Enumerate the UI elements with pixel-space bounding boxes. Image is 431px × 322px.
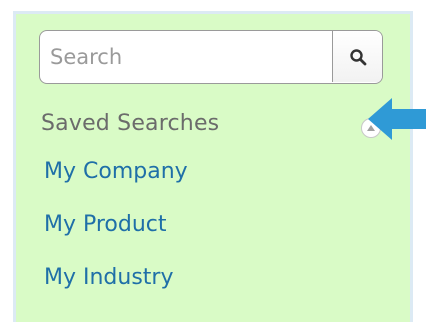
saved-search-my-company[interactable]: My Company	[44, 157, 188, 210]
saved-searches-heading: Saved Searches	[41, 111, 220, 136]
saved-searches-list: My Company My Product My Industry	[44, 157, 188, 316]
saved-search-my-industry[interactable]: My Industry	[44, 263, 188, 316]
search-box	[39, 30, 383, 84]
search-icon	[349, 48, 366, 65]
saved-search-my-product[interactable]: My Product	[44, 210, 188, 263]
search-input[interactable]	[40, 31, 330, 82]
search-button[interactable]	[332, 31, 382, 82]
arrow-pointer-icon	[368, 98, 426, 140]
saved-searches-panel: Saved Searches My Company My Product My …	[13, 11, 413, 322]
